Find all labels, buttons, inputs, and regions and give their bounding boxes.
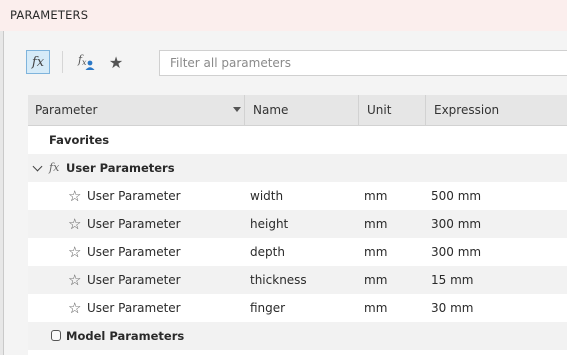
parameter-unit: mm	[364, 301, 388, 315]
parameter-expression[interactable]: 500 mm	[431, 182, 481, 210]
filter-placeholder: Filter all parameters	[170, 56, 291, 70]
star-outline-icon[interactable]: ☆	[68, 238, 81, 266]
table-row[interactable]: ☆ User Parameter depth mm 300 mm	[28, 238, 567, 266]
fx-icon: fx	[49, 161, 60, 174]
group-label: Favorites	[49, 133, 110, 147]
parameter-expression[interactable]: 15 mm	[431, 266, 473, 294]
table-header: Parameter Name Unit Expression	[28, 95, 567, 126]
chevron-down-icon[interactable]	[32, 161, 43, 172]
parameter-name: depth	[250, 245, 285, 259]
parameter-label: User Parameter	[87, 301, 181, 315]
parameters-panel: fx f x ★ Filter all parameters Parameter…	[3, 31, 567, 360]
column-label: Expression	[434, 103, 500, 117]
parameter-label: User Parameter	[87, 245, 181, 259]
parameter-unit: mm	[364, 189, 388, 203]
column-header-expression[interactable]: Expression	[425, 95, 567, 125]
parameter-unit: mm	[364, 245, 388, 259]
parameter-expression[interactable]: 300 mm	[431, 210, 481, 238]
parameter-label: User Parameter	[87, 217, 181, 231]
parameter-name: width	[250, 189, 284, 203]
column-label: Unit	[367, 103, 392, 117]
column-label: Parameter	[35, 103, 98, 117]
group-label: User Parameters	[66, 161, 175, 175]
parameter-unit: mm	[364, 217, 388, 231]
parameter-label: User Parameter	[87, 273, 181, 287]
parameter-name: thickness	[250, 273, 307, 287]
group-row-user-parameters[interactable]: fx User Parameters	[28, 154, 567, 182]
toolbar-separator	[62, 51, 63, 73]
parameter-unit: mm	[364, 273, 388, 287]
star-icon[interactable]: ★	[104, 50, 128, 74]
star-outline-icon[interactable]: ☆	[68, 210, 81, 238]
sort-arrow-icon[interactable]	[233, 107, 241, 112]
fx-user-icon[interactable]: f x	[74, 50, 98, 74]
star-outline-icon[interactable]: ☆	[68, 266, 81, 294]
column-header-parameter[interactable]: Parameter	[35, 95, 244, 125]
column-header-name[interactable]: Name	[244, 95, 358, 125]
table-row[interactable]: ☆ User Parameter height mm 300 mm	[28, 210, 567, 238]
column-header-unit[interactable]: Unit	[358, 95, 425, 125]
parameter-expression[interactable]: 300 mm	[431, 238, 481, 266]
parameter-name: finger	[250, 301, 286, 315]
parameter-expression[interactable]: 30 mm	[431, 294, 473, 322]
group-row-favorites[interactable]: Favorites	[28, 126, 567, 154]
model-component-icon	[51, 330, 61, 341]
table-row[interactable]: ☆ User Parameter finger mm 30 mm	[28, 294, 567, 322]
parameters-table: Parameter Name Unit Expression Favorites…	[28, 95, 567, 360]
svg-text:x: x	[82, 58, 87, 67]
star-outline-icon[interactable]: ☆	[68, 182, 81, 210]
fx-user-glyph: f x	[77, 53, 95, 70]
fx-glyph: fx	[31, 54, 45, 70]
fx-icon[interactable]: fx	[26, 50, 50, 74]
title-bar: PARAMETERS	[0, 0, 567, 31]
filter-input[interactable]: Filter all parameters	[159, 50, 567, 76]
group-row-model-parameters[interactable]: Model Parameters	[28, 322, 567, 350]
column-label: Name	[253, 103, 289, 117]
parameter-label: User Parameter	[87, 189, 181, 203]
table-row[interactable]: ☆ User Parameter thickness mm 15 mm	[28, 266, 567, 294]
table-row[interactable]: ☆ User Parameter width mm 500 mm	[28, 182, 567, 210]
parameter-name: height	[250, 217, 289, 231]
star-outline-icon[interactable]: ☆	[68, 294, 81, 322]
window-title: PARAMETERS	[10, 8, 89, 22]
group-label: Model Parameters	[66, 329, 185, 343]
